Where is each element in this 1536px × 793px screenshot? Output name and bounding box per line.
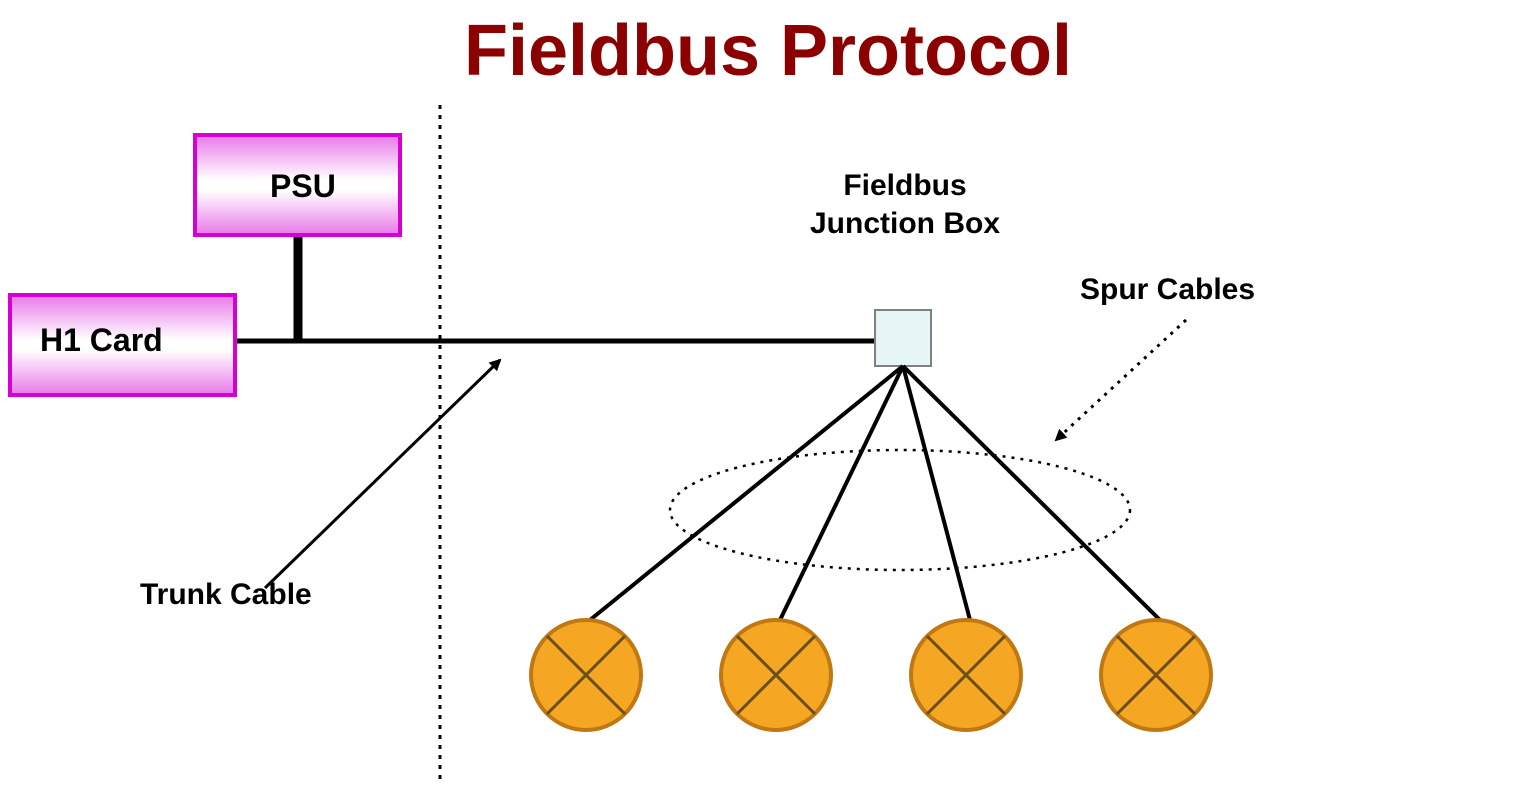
spur-cables-label: Spur Cables: [1080, 273, 1255, 307]
junction-label-line1: Fieldbus: [843, 169, 966, 202]
psu-label: PSU: [270, 168, 336, 205]
field-device-1: [531, 620, 641, 730]
spur-ellipse: [670, 450, 1130, 570]
junction-box-label: Fieldbus Junction Box: [810, 167, 1000, 242]
field-device-4: [1101, 620, 1211, 730]
junction-label-line2: Junction Box: [810, 207, 1000, 240]
spur-line-3: [903, 366, 970, 620]
h1-card-label: H1 Card: [40, 322, 163, 359]
spur-line-4: [903, 366, 1160, 620]
spur-line-2: [780, 366, 903, 620]
junction-box: [875, 310, 931, 366]
diagram-canvas: [0, 0, 1536, 793]
field-device-2: [721, 620, 831, 730]
spur-cables-arrow: [1056, 320, 1186, 440]
trunk-cable-label: Trunk Cable: [140, 578, 312, 612]
spur-line-1: [590, 366, 903, 620]
field-device-3: [911, 620, 1021, 730]
trunk-cable-arrow: [265, 360, 500, 588]
